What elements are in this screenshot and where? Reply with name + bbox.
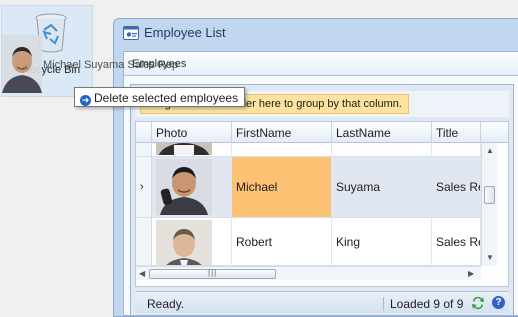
cell-lastname[interactable]: Suyama [332, 157, 432, 217]
scroll-down-icon[interactable]: ▼ [486, 253, 494, 262]
table-row-partial[interactable] [136, 143, 481, 157]
tooltip-label: Delete selected employees [94, 91, 239, 105]
cell-title[interactable]: Sales Representative [432, 157, 481, 217]
header-photo[interactable]: Photo [152, 122, 232, 143]
grid-frame: Drag a column header here to group by th… [130, 84, 514, 316]
refresh-icon[interactable] [470, 295, 486, 311]
drag-preview-label: Michael Suyama Sales Rep [43, 59, 179, 71]
scroll-left-icon[interactable]: ◀ [139, 269, 145, 278]
delete-tooltip: ➜ Delete selected employees [74, 87, 246, 107]
cell-firstname[interactable]: Robert [232, 218, 332, 265]
scroll-right-icon[interactable]: ▶ [468, 269, 474, 278]
photo-cell[interactable] [152, 218, 232, 265]
employee-photo [156, 159, 212, 215]
cell-lastname[interactable]: King [332, 218, 432, 265]
row-indicator [136, 143, 152, 156]
photo-cell [152, 143, 232, 156]
table-row[interactable]: › Michael Suyama Sales R [136, 157, 481, 218]
header-title[interactable]: Title [432, 122, 481, 143]
employee-grid: Photo FirstName LastName Title › Michael… [135, 121, 509, 287]
row-indicator: › [136, 157, 152, 217]
scroll-up-icon[interactable]: ▲ [486, 146, 494, 155]
tab-strip: Employees [124, 52, 518, 76]
employee-photo [156, 143, 212, 155]
status-bar: Ready. Loaded 9 of 9 ? [135, 291, 509, 313]
cell-title[interactable]: Sales Representative [432, 218, 481, 265]
table-row[interactable]: Robert King Sales Representative [136, 218, 481, 266]
help-icon[interactable]: ? [492, 296, 505, 309]
window-title: Employee List [144, 25, 226, 40]
arrow-right-icon: ➜ [80, 95, 91, 106]
status-text: Ready. [147, 297, 185, 311]
photo-cell[interactable] [152, 157, 232, 217]
grip-icon: ||| [208, 268, 218, 277]
cell-firstname[interactable]: Michael [232, 157, 332, 217]
current-row-indicator: › [140, 181, 144, 193]
window-app-icon [123, 26, 139, 40]
employee-photo [156, 220, 212, 265]
header-indicator [136, 122, 152, 143]
row-indicator [136, 218, 152, 265]
status-count: Loaded 9 of 9 [383, 297, 463, 311]
drag-preview-photo [2, 35, 42, 93]
vertical-scrollbar[interactable]: ▲ ▼ [481, 143, 497, 266]
window-titlebar[interactable]: Employee List [114, 19, 518, 47]
header-firstname[interactable]: FirstName [232, 122, 332, 143]
horizontal-scroll-thumb[interactable]: ||| [149, 268, 276, 279]
grid-header-row: Photo FirstName LastName Title [136, 122, 508, 143]
header-lastname[interactable]: LastName [332, 122, 432, 143]
horizontal-scrollbar[interactable]: ◀ ||| ▶ [136, 266, 481, 280]
vertical-scroll-thumb[interactable] [484, 186, 495, 204]
